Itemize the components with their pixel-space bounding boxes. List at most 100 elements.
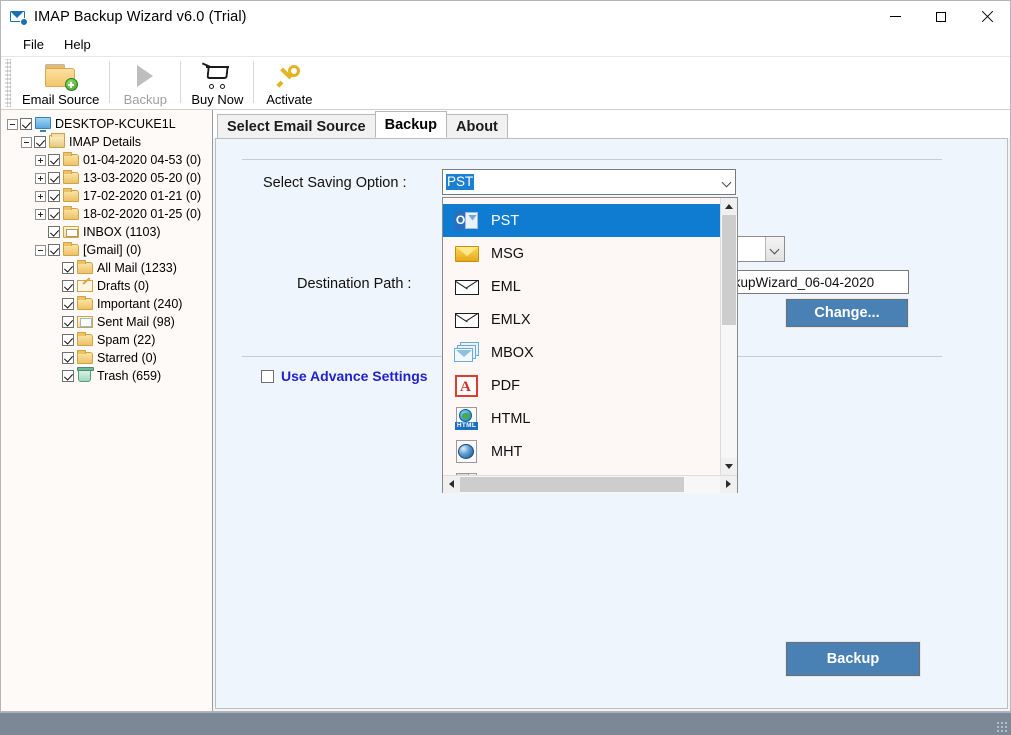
scroll-up-arrow[interactable] [721,198,737,215]
secondary-combo[interactable] [737,236,785,262]
menu-item-file[interactable]: File [13,35,54,54]
saving-option-combo[interactable]: PST [442,169,736,195]
tree-node-checkbox[interactable] [62,316,74,328]
tree-node[interactable]: INBOX (1103) [1,223,212,241]
tree-node-label: 13-03-2020 05-20 (0) [83,169,201,187]
expand-toggle[interactable] [35,173,46,184]
expand-toggle[interactable] [35,209,46,220]
trash-icon [77,369,93,383]
tree-node-checkbox[interactable] [62,298,74,310]
dropdown-option-pst[interactable]: O PST [443,204,720,237]
scroll-track-horizontal[interactable] [460,476,720,493]
tree-node-checkbox[interactable] [62,334,74,346]
tree-node[interactable]: IMAP Details [1,133,212,151]
collapse-toggle[interactable] [7,119,18,130]
dropdown-option-mbox[interactable]: MBOX [443,336,720,369]
tree-node-checkbox[interactable] [48,190,60,202]
tree-node-checkbox[interactable] [62,262,74,274]
toolbar-grip[interactable] [5,59,11,107]
mail-stack-icon [49,135,65,149]
toolbar-separator [253,61,254,103]
tree-node-label: Spam (22) [97,331,155,349]
tree-node[interactable]: 18-02-2020 01-25 (0) [1,205,212,223]
tree-node-label: [Gmail] (0) [83,241,141,259]
tree-spacer [49,335,60,346]
tree-node-checkbox[interactable] [48,208,60,220]
dropdown-option-xps[interactable]: </>XPS [443,468,720,475]
tree-node[interactable]: 01-04-2020 04-53 (0) [1,151,212,169]
tab-select-email-source[interactable]: Select Email Source [217,114,376,138]
status-bar [0,712,1011,735]
expand-toggle[interactable] [35,191,46,202]
tree-node-label: Sent Mail (98) [97,313,175,331]
minimize-button[interactable] [872,1,918,33]
saving-option-dropdown-list[interactable]: OPSTMSGEMLEMLXMBOXAPDFHTMLHTMLMHT</>XPSR… [442,197,738,493]
dropdown-horizontal-scrollbar[interactable] [443,475,737,492]
tree-node-checkbox[interactable] [48,244,60,256]
scroll-down-arrow[interactable] [721,458,737,475]
tree-node-checkbox[interactable] [62,280,74,292]
change-button[interactable]: Change... [786,299,908,327]
tree-node[interactable]: 13-03-2020 05-20 (0) [1,169,212,187]
backup-button[interactable]: Backup [786,642,920,676]
dropdown-option-msg[interactable]: MSG [443,237,720,270]
tree-node-label: DESKTOP-KCUKE1L [55,115,176,133]
menu-item-help[interactable]: Help [54,35,101,54]
tree-node-checkbox[interactable] [34,136,46,148]
dropdown-option-eml[interactable]: EML [443,270,720,303]
folder-icon [63,153,79,167]
dropdown-option-pdf[interactable]: APDF [443,369,720,402]
top-divider [242,159,942,160]
tree-node-checkbox[interactable] [20,118,32,130]
menu-bar: File Help [1,33,1010,57]
tree-node-checkbox[interactable] [62,370,74,382]
tree-node-checkbox[interactable] [48,172,60,184]
toolbar-label-buy-now: Buy Now [191,92,243,107]
tree-node[interactable]: 17-02-2020 01-21 (0) [1,187,212,205]
tree-node[interactable]: Starred (0) [1,349,212,367]
close-button[interactable] [964,1,1010,33]
tree-node-checkbox[interactable] [48,226,60,238]
pst-icon: O [454,209,480,233]
destination-path-input[interactable]: ckupWizard_06-04-2020 [724,270,909,294]
scroll-thumb-horizontal[interactable] [460,477,684,492]
msg-icon [454,242,480,266]
tree-node-checkbox[interactable] [62,352,74,364]
scroll-right-arrow[interactable] [720,476,737,493]
maximize-button[interactable] [918,1,964,33]
collapse-toggle[interactable] [21,137,32,148]
tree-node[interactable]: DESKTOP-KCUKE1L [1,115,212,133]
tree-node[interactable]: Important (240) [1,295,212,313]
scroll-track-vertical[interactable] [721,215,737,458]
body-split: DESKTOP-KCUKE1LIMAP Details01-04-2020 04… [1,110,1010,711]
collapse-toggle[interactable] [35,245,46,256]
tree-node[interactable]: Drafts (0) [1,277,212,295]
toolbar-separator [180,61,181,103]
folder-icon [77,333,93,347]
toolbar-button-activate[interactable]: Activate [256,57,322,109]
tree-node[interactable]: Spam (22) [1,331,212,349]
toolbar-button-backup[interactable]: Backup [112,57,178,109]
scroll-left-arrow[interactable] [443,476,460,493]
toolbar-button-buy-now[interactable]: Buy Now [183,57,251,109]
scroll-thumb-vertical[interactable] [722,215,736,325]
dropdown-option-mht[interactable]: MHT [443,435,720,468]
tab-backup[interactable]: Backup [375,111,447,138]
resize-grip[interactable] [996,721,1008,733]
tab-about[interactable]: About [446,114,508,138]
dropdown-option-label: PST [491,213,519,229]
tree-node[interactable]: [Gmail] (0) [1,241,212,259]
close-icon [981,11,993,23]
tree-node[interactable]: Sent Mail (98) [1,313,212,331]
use-advance-settings-label: Use Advance Settings [281,368,428,384]
tree-node-checkbox[interactable] [48,154,60,166]
folder-icon [77,297,93,311]
toolbar-button-email-source[interactable]: Email Source [14,57,107,109]
tree-node[interactable]: All Mail (1233) [1,259,212,277]
use-advance-settings-checkbox[interactable]: Use Advance Settings [261,368,428,384]
dropdown-option-emlx[interactable]: EMLX [443,303,720,336]
dropdown-vertical-scrollbar[interactable] [720,198,737,475]
dropdown-option-html[interactable]: HTMLHTML [443,402,720,435]
expand-toggle[interactable] [35,155,46,166]
tree-node[interactable]: Trash (659) [1,367,212,385]
